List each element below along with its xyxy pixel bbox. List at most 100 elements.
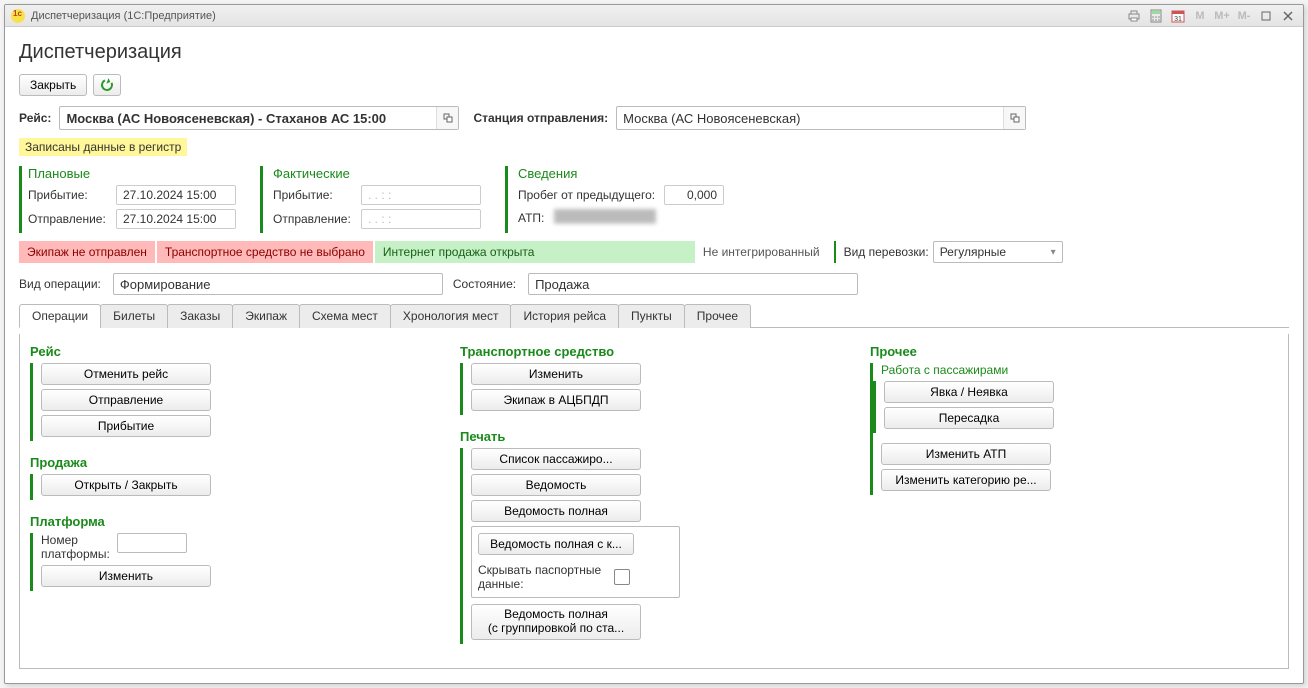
print-sheet-full-k-button[interactable]: Ведомость полная с к...	[478, 533, 634, 555]
window: Диспетчеризация (1С:Предприятие) 31 M M+…	[4, 4, 1304, 684]
tab-operations[interactable]: Операции	[19, 304, 101, 328]
platform-number-label: Номер платформы:	[41, 533, 111, 561]
status-internet-sales-open: Интернет продажа открыта	[375, 241, 695, 263]
print-sheet-button[interactable]: Ведомость	[471, 474, 641, 496]
transport-type-label: Вид перевозки:	[844, 245, 929, 259]
state-field[interactable]: Продажа	[528, 273, 858, 295]
actual-departure-label: Отправление:	[273, 212, 355, 226]
group-sales: Открыть / Закрыть	[30, 474, 250, 500]
group-other-title: Прочее	[870, 344, 1090, 359]
actual-arrival-field[interactable]: . . : :	[361, 185, 481, 205]
group-sales-title: Продажа	[30, 455, 250, 470]
hide-passport-checkbox[interactable]	[614, 569, 630, 585]
transport-type-select[interactable]: Регулярные ▾	[933, 241, 1063, 263]
tab-points[interactable]: Пункты	[618, 304, 685, 328]
route-picker-icon[interactable]	[436, 107, 458, 129]
calendar-icon[interactable]: 31	[1169, 8, 1187, 24]
tab-orders[interactable]: Заказы	[167, 304, 233, 328]
close-button[interactable]: Закрыть	[19, 74, 87, 96]
tab-seat-layout[interactable]: Схема мест	[299, 304, 391, 328]
station-picker-icon[interactable]	[1003, 107, 1025, 129]
atp-label: АТП:	[518, 211, 548, 225]
group-platform-title: Платформа	[30, 514, 250, 529]
planned-departure-label: Отправление:	[28, 212, 110, 226]
operation-type-field[interactable]: Формирование	[113, 273, 443, 295]
refresh-button[interactable]	[93, 74, 121, 96]
titlebar-tools: 31 M M+ M-	[1125, 8, 1297, 24]
app-icon	[11, 9, 25, 23]
tab-tickets[interactable]: Билеты	[100, 304, 168, 328]
tabs: Операции Билеты Заказы Экипаж Схема мест…	[19, 303, 1289, 328]
arrival-button[interactable]: Прибытие	[41, 415, 211, 437]
planned-departure-field[interactable]: 27.10.2024 15:00	[116, 209, 236, 229]
info-column: Сведения Пробег от предыдущего: 0,000 АТ…	[505, 166, 738, 233]
group-passengers: Явка / Неявка Пересадка	[873, 381, 1090, 433]
close-icon[interactable]	[1279, 8, 1297, 24]
print-passenger-list-button[interactable]: Список пассажиро...	[471, 448, 641, 470]
group-trip-title: Рейс	[30, 344, 250, 359]
status-crew-not-sent: Экипаж не отправлен	[19, 241, 155, 263]
tab-crew[interactable]: Экипаж	[232, 304, 300, 328]
mileage-field[interactable]: 0,000	[664, 185, 724, 205]
titlebar: Диспетчеризация (1С:Предприятие) 31 M M+…	[5, 5, 1303, 27]
route-label: Рейс:	[19, 111, 51, 125]
print-sheet-full-grouped-l2: (с группировкой по ста...	[488, 622, 624, 636]
sales-toggle-button[interactable]: Открыть / Закрыть	[41, 474, 211, 496]
mileage-label: Пробег от предыдущего:	[518, 188, 658, 202]
info-title: Сведения	[518, 166, 724, 181]
print-sheet-full-grouped-l1: Ведомость полная	[504, 608, 608, 622]
group-other: Работа с пассажирами Явка / Неявка Перес…	[870, 363, 1090, 495]
memory-m[interactable]: M	[1191, 8, 1209, 24]
maximize-icon[interactable]	[1257, 8, 1275, 24]
tab-seat-history[interactable]: Хронология мест	[390, 304, 512, 328]
operations-panel: Рейс Отменить рейс Отправление Прибытие …	[19, 334, 1289, 669]
highlight-message: Записаны данные в регистр	[19, 138, 187, 156]
actual-departure-field[interactable]: . . : :	[361, 209, 481, 229]
window-title: Диспетчеризация (1С:Предприятие)	[31, 10, 216, 22]
refresh-icon	[100, 77, 115, 92]
change-atp-button[interactable]: Изменить АТП	[881, 443, 1051, 465]
status-divider	[834, 241, 836, 263]
station-field[interactable]: Москва (АС Новоясеневская)	[616, 106, 1026, 130]
print-sheet-full-extended: Ведомость полная с к... Скрывать паспорт…	[471, 526, 680, 598]
print-sheet-full-grouped-button[interactable]: Ведомость полная (с группировкой по ста.…	[471, 604, 641, 640]
attendance-button[interactable]: Явка / Неявка	[884, 381, 1054, 403]
cancel-trip-button[interactable]: Отменить рейс	[41, 363, 211, 385]
actual-arrival-label: Прибытие:	[273, 188, 355, 202]
print-sheet-full-button[interactable]: Ведомость полная	[471, 500, 641, 522]
tab-trip-history[interactable]: История рейса	[510, 304, 619, 328]
page-title: Диспетчеризация	[19, 41, 1289, 64]
tab-other[interactable]: Прочее	[684, 304, 751, 328]
transfer-button[interactable]: Пересадка	[884, 407, 1054, 429]
memory-mminus[interactable]: M-	[1235, 8, 1253, 24]
state-label: Состояние:	[453, 277, 516, 291]
departure-button[interactable]: Отправление	[41, 389, 211, 411]
group-print-title: Печать	[460, 429, 680, 444]
change-category-button[interactable]: Изменить категорию ре...	[881, 469, 1051, 491]
planned-title: Плановые	[28, 166, 236, 181]
platform-number-field[interactable]	[117, 533, 187, 553]
route-field[interactable]: Москва (АС Новоясеневская) - Стаханов АС…	[59, 106, 459, 130]
transport-type-value: Регулярные	[940, 245, 1006, 259]
svg-text:31: 31	[1174, 16, 1182, 23]
planned-arrival-field[interactable]: 27.10.2024 15:00	[116, 185, 236, 205]
calculator-icon[interactable]	[1147, 8, 1165, 24]
station-label: Станция отправления:	[473, 111, 608, 125]
platform-change-button[interactable]: Изменить	[41, 565, 211, 587]
memory-mplus[interactable]: M+	[1213, 8, 1231, 24]
atp-value-blurred: ████████████	[554, 209, 664, 227]
group-platform: Номер платформы: Изменить	[30, 533, 250, 591]
group-print: Список пассажиро... Ведомость Ведомость …	[460, 448, 680, 644]
planned-arrival-label: Прибытие:	[28, 188, 110, 202]
group-vehicle: Изменить Экипаж в АЦБПДП	[460, 363, 680, 415]
status-not-integrated: Не интегрированный	[697, 241, 826, 263]
actual-column: Фактические Прибытие: . . : : Отправлени…	[260, 166, 495, 233]
crew-acbpdp-button[interactable]: Экипаж в АЦБПДП	[471, 389, 641, 411]
vehicle-change-button[interactable]: Изменить	[471, 363, 641, 385]
status-vehicle-not-selected: Транспортное средство не выбрано	[157, 241, 373, 263]
chevron-down-icon: ▾	[1051, 247, 1056, 258]
passengers-subtitle: Работа с пассажирами	[881, 363, 1090, 377]
hide-passport-label: Скрывать паспортные данные:	[478, 563, 608, 591]
planned-column: Плановые Прибытие: 27.10.2024 15:00 Отпр…	[19, 166, 250, 233]
print-icon[interactable]	[1125, 8, 1143, 24]
